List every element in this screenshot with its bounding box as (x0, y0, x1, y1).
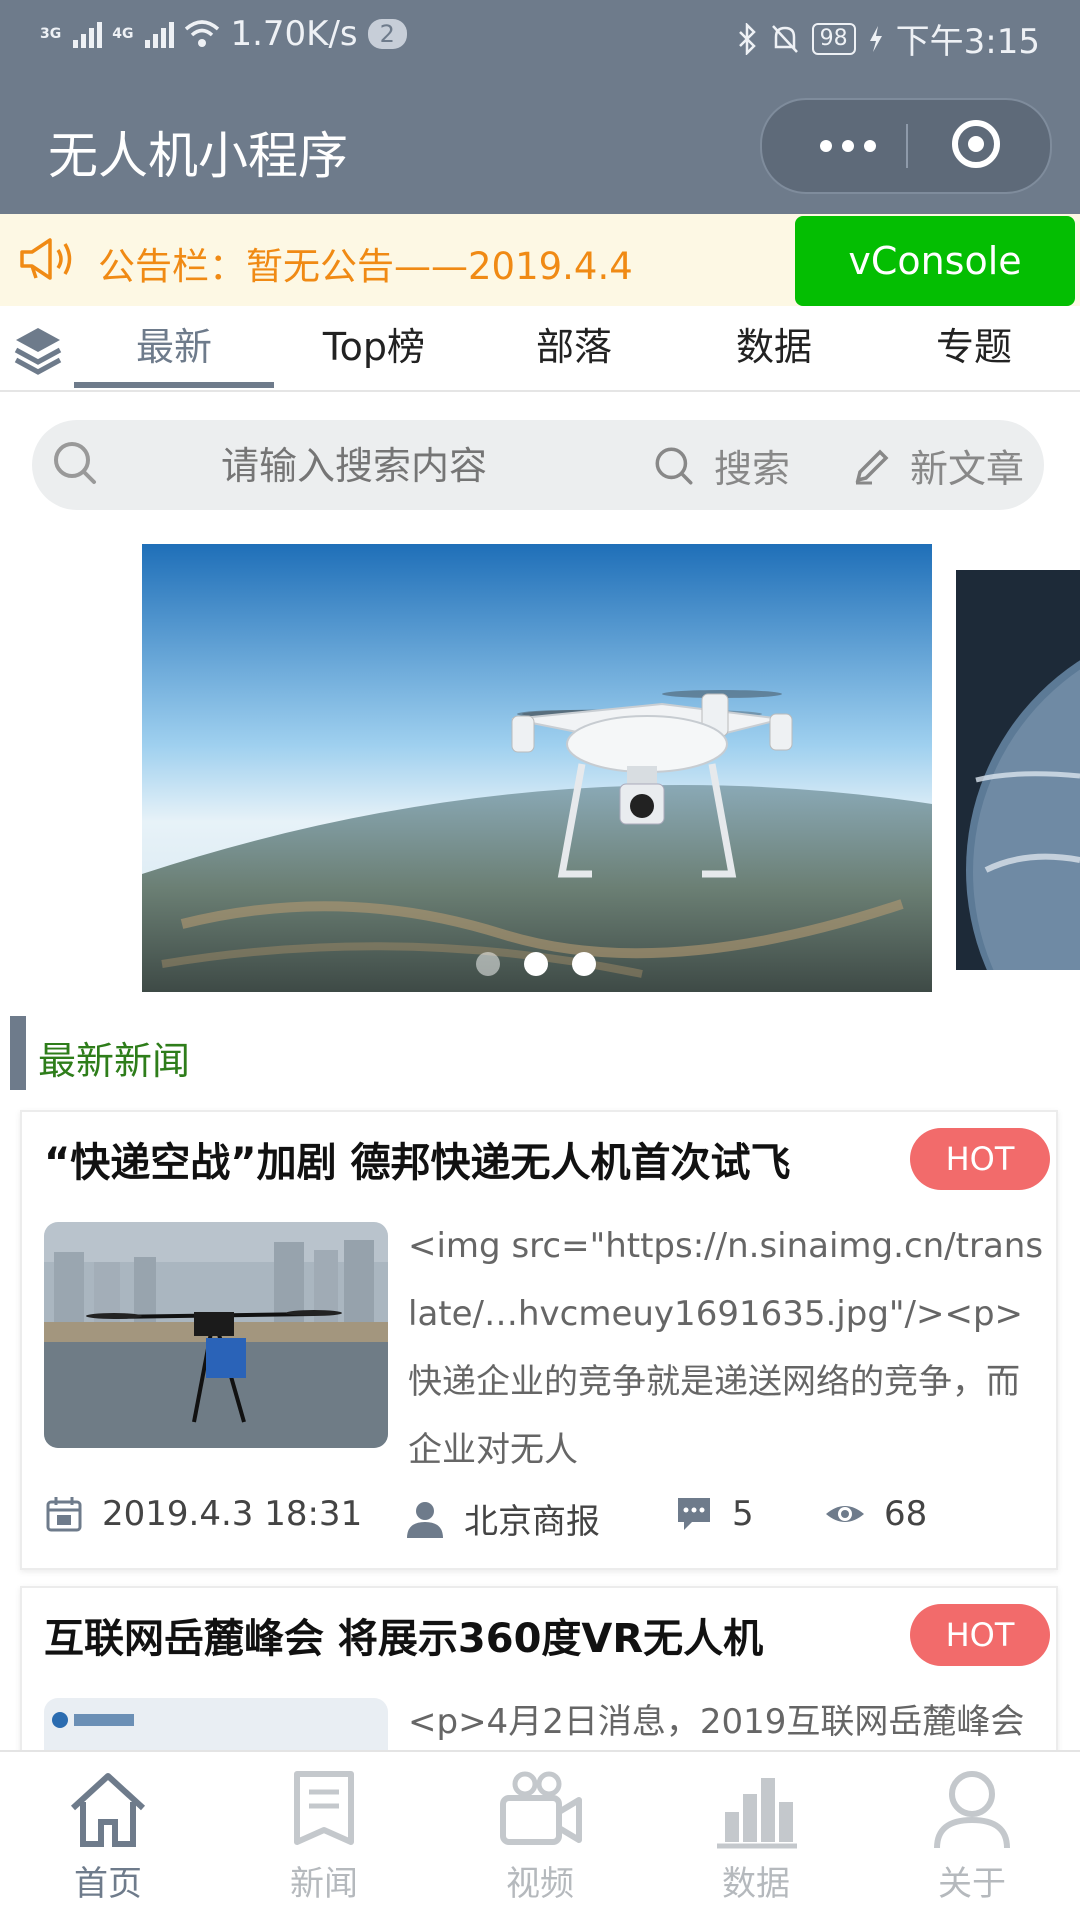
article-card[interactable]: “快递空战”加剧 德邦快递无人机首次试飞 HOT <img src="https… (20, 1110, 1058, 1570)
home-icon (70, 1773, 146, 1847)
carousel-dot[interactable] (476, 952, 500, 976)
app-title: 无人机小程序 (48, 127, 348, 185)
article-title[interactable]: “快递空战”加剧 德邦快递无人机首次试飞 (44, 1130, 791, 1188)
calendar-icon (46, 1497, 82, 1532)
close-mini-program-button[interactable] (952, 120, 1000, 168)
nav-video-label: 视频 (506, 1864, 574, 1904)
comment-count-text: 5 (732, 1494, 754, 1534)
banner-image-drone[interactable] (142, 544, 932, 992)
news-icon (294, 1771, 354, 1845)
chart-icon (717, 1778, 797, 1849)
vconsole-button[interactable]: vConsole (795, 216, 1075, 306)
nav-data[interactable]: 数据 (676, 1764, 836, 1905)
nav-about-label: 关于 (938, 1864, 1006, 1904)
new-article-button[interactable]: 新文章 (852, 438, 1024, 493)
nav-news[interactable]: 新闻 (244, 1764, 404, 1905)
view-count: 68 (824, 1494, 927, 1534)
search-bar: 搜索 新文章 (32, 420, 1044, 510)
banner-image-earth[interactable] (956, 570, 1080, 970)
article-thumbnail[interactable] (44, 1222, 388, 1448)
network-type-2: 4G (112, 26, 134, 42)
nav-about[interactable]: 关于 (892, 1764, 1052, 1905)
nav-home[interactable]: 首页 (28, 1764, 188, 1905)
pencil-icon (855, 449, 889, 484)
bluetooth-icon (738, 22, 756, 55)
eye-icon (826, 1506, 864, 1522)
signal-icon (73, 20, 103, 48)
layers-icon[interactable] (12, 324, 64, 376)
bottom-navigation: 首页 新闻 视频 数据 关于 (0, 1750, 1080, 1922)
publish-date-text: 2019.4.3 18:31 (102, 1494, 363, 1534)
tab-topics[interactable]: 专题 (874, 316, 1074, 371)
battery-indicator: 98 (811, 22, 856, 55)
title-bar: 无人机小程序 (0, 74, 1080, 214)
megaphone-icon (20, 238, 72, 280)
article-excerpt: <img src="https://n.sinaimg.cn/translate… (408, 1226, 1044, 1470)
article-title[interactable]: 互联网岳麓峰会 将展示360度VR无人机 (44, 1606, 763, 1664)
search-button[interactable]: 搜索 (652, 438, 790, 493)
tab-data[interactable]: 数据 (674, 316, 874, 371)
search-icon (54, 442, 96, 484)
more-options-button[interactable] (800, 100, 896, 192)
search-input[interactable] (132, 434, 576, 498)
publish-date: 2019.4.3 18:31 (44, 1494, 362, 1534)
network-type-1: 3G (40, 26, 62, 42)
section-accent-bar (10, 1016, 26, 1090)
comment-count[interactable]: 5 (674, 1494, 754, 1534)
notice-text: 公告栏：暂无公告——2019.4.4 (98, 245, 633, 288)
carousel-indicators (476, 952, 596, 976)
author-name: 北京商报 (464, 1502, 600, 1542)
comment-icon (678, 1498, 710, 1530)
user-icon (934, 1771, 1010, 1849)
status-bar: 3G 4G 1.70K/s 2 98 下午3:15 (0, 0, 1080, 74)
search-icon (655, 447, 693, 484)
capsule-divider (906, 124, 908, 168)
active-tab-indicator (74, 382, 274, 388)
nav-video[interactable]: 视频 (460, 1764, 620, 1905)
category-tabs: 最新 Top榜 部落 数据 专题 (0, 306, 1080, 392)
new-article-label: 新文章 (910, 447, 1025, 491)
author[interactable]: 北京商报 (404, 1494, 600, 1543)
notification-count-badge: 2 (367, 19, 407, 49)
view-count-text: 68 (884, 1494, 928, 1534)
nav-data-label: 数据 (722, 1864, 790, 1904)
signal-icon (145, 20, 175, 48)
clock: 下午3:15 (895, 22, 1040, 62)
nav-news-label: 新闻 (290, 1864, 358, 1904)
tab-latest[interactable]: 最新 (74, 316, 274, 371)
video-icon (500, 1771, 582, 1845)
network-speed: 1.70K/s (230, 14, 358, 54)
mute-bell-icon (771, 24, 798, 53)
hot-badge: HOT (910, 1604, 1050, 1666)
mini-program-capsule (760, 98, 1052, 194)
section-title: 最新新闻 (38, 1039, 191, 1083)
nav-home-label: 首页 (74, 1864, 142, 1904)
banner-carousel[interactable] (142, 530, 932, 1010)
hot-badge: HOT (910, 1128, 1050, 1190)
carousel-dot[interactable] (572, 952, 596, 976)
search-button-label: 搜索 (714, 447, 791, 491)
wifi-icon (185, 20, 220, 47)
tab-top-list[interactable]: Top榜 (274, 316, 474, 371)
user-icon (407, 1501, 443, 1538)
tab-tribe[interactable]: 部落 (474, 316, 674, 371)
carousel-dot[interactable] (524, 952, 548, 976)
article-meta: 2019.4.3 18:31 北京商报 5 68 (44, 1488, 1044, 1548)
charging-icon (869, 25, 882, 52)
